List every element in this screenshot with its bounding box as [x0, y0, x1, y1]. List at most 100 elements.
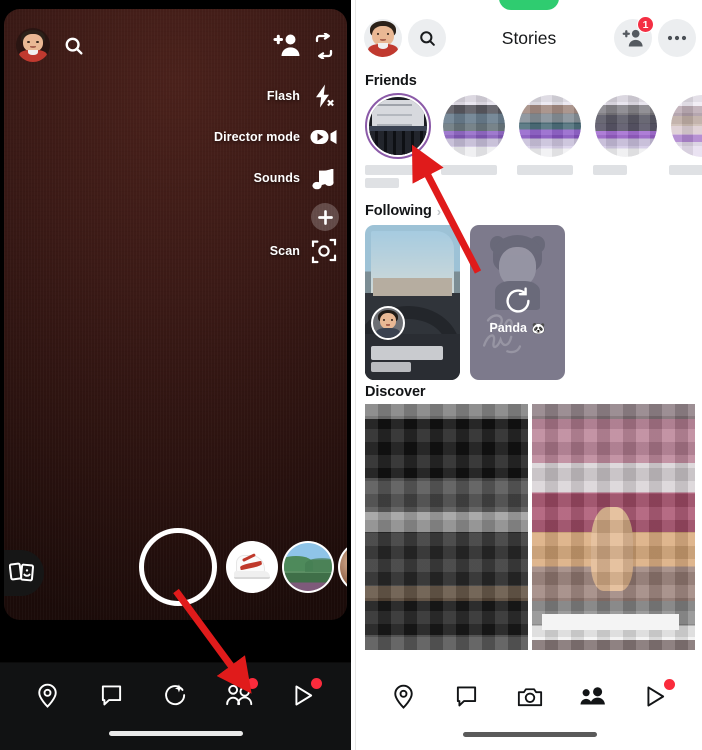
more-options-icon	[667, 35, 687, 41]
story-author-avatar	[371, 306, 405, 340]
friend-story-item-4[interactable]	[593, 93, 659, 189]
driving-story-card[interactable]	[365, 225, 460, 380]
following-section-title[interactable]: Following ›	[365, 203, 702, 219]
snapchat-camera-screen: Flash Director mode Sounds Scan	[0, 0, 351, 750]
nav-chat-button[interactable]	[446, 677, 488, 715]
friend-name-redacted-2	[365, 178, 399, 188]
nav-camera-button[interactable]	[154, 676, 196, 714]
chat-bubble-icon	[456, 686, 477, 707]
story-ring-unviewed[interactable]	[365, 93, 431, 159]
screenshot-stage: Flash Director mode Sounds Scan Stories …	[0, 0, 702, 750]
nav-map-button[interactable]	[383, 677, 425, 715]
flash-label: Flash	[266, 89, 300, 103]
flash-off-icon[interactable]	[309, 81, 339, 111]
nav-spotlight-button[interactable]	[282, 676, 324, 714]
director-mode-label: Director mode	[213, 130, 300, 144]
bitmoji-icon	[364, 19, 402, 57]
add-friend-icon[interactable]	[273, 32, 301, 58]
director-mode-row[interactable]: Director mode	[214, 122, 339, 152]
discover-section: Discover	[365, 384, 702, 650]
memories-button[interactable]	[4, 550, 44, 596]
lens-thumbnail-third[interactable]	[338, 541, 347, 593]
friend-story-item-2[interactable]	[441, 93, 507, 189]
friends-story-row[interactable]	[365, 93, 702, 189]
camera-viewport[interactable]: Flash Director mode Sounds Scan	[4, 9, 347, 620]
profile-bitmoji-avatar[interactable]	[16, 28, 50, 62]
sneaker-lens-icon	[228, 543, 276, 591]
discover-tile-1[interactable]	[365, 404, 528, 650]
play-triangle-icon	[647, 686, 665, 706]
flip-camera-icon[interactable]	[309, 31, 339, 61]
stories-header: Stories 1	[356, 16, 702, 62]
friends-title-text: Friends	[365, 73, 417, 89]
lens-thumbnail-sneaker[interactable]	[226, 541, 278, 593]
third-lens-icon	[340, 543, 347, 591]
story-thumbnail-blurred	[595, 95, 657, 157]
friend-story-item-3[interactable]	[517, 93, 583, 189]
friends-icon	[580, 687, 605, 705]
friend-name-redacted	[593, 165, 627, 175]
spotlight-badge-dot	[663, 679, 675, 690]
friend-story-item-1[interactable]	[365, 93, 431, 189]
friend-name-redacted	[365, 165, 421, 175]
director-mode-icon[interactable]	[309, 122, 339, 152]
add-lens-row[interactable]	[311, 203, 339, 231]
add-friend-button[interactable]: 1	[614, 16, 654, 57]
nav-map-button[interactable]	[27, 676, 69, 714]
profile-bitmoji-avatar[interactable]	[364, 19, 402, 57]
search-icon[interactable]	[62, 34, 86, 58]
friend-story-item-5[interactable]	[669, 93, 702, 189]
story-title-redacted	[371, 346, 443, 360]
map-pin-icon	[394, 684, 413, 709]
nav-camera-button[interactable]	[509, 677, 551, 715]
friends-section: Friends	[365, 73, 702, 188]
bitmoji-icon	[16, 28, 50, 62]
camera-lens-star-icon	[165, 683, 186, 705]
sounds-row[interactable]: Sounds	[254, 163, 339, 193]
more-options-button[interactable]	[658, 19, 696, 57]
discover-title-text: Discover	[365, 384, 426, 400]
friend-name-redacted	[517, 165, 573, 175]
replay-icon[interactable]	[504, 287, 532, 315]
story-thumbnail-blurred	[519, 95, 581, 157]
following-title-text: Following	[365, 203, 432, 219]
scenery-lens-icon	[284, 543, 332, 591]
lens-thumbnail-scenery[interactable]	[282, 541, 334, 593]
flip-camera-row[interactable]	[309, 31, 339, 61]
nav-spotlight-button[interactable]	[635, 677, 677, 715]
shutter-button[interactable]	[139, 528, 217, 606]
search-icon	[419, 30, 435, 46]
bitmoji-icon	[373, 308, 403, 338]
panda-emoji: 🐼	[531, 322, 546, 335]
story-thumbnail	[369, 97, 427, 155]
panda-story-card[interactable]: Panda 🐼	[470, 225, 565, 380]
following-section: Following › Panda 🐼	[365, 203, 702, 380]
panda-card-label: Panda	[489, 321, 527, 335]
music-note-icon[interactable]	[309, 163, 339, 193]
story-thumbnail-blurred	[443, 95, 505, 157]
play-triangle-icon	[295, 685, 312, 705]
chevron-right-icon[interactable]: ›	[437, 204, 441, 219]
friends-section-title: Friends	[365, 73, 702, 89]
discover-tile-2[interactable]	[532, 404, 695, 650]
camera-icon	[517, 687, 542, 706]
spotlight-badge-dot	[311, 678, 323, 689]
home-indicator	[462, 732, 597, 737]
nav-chat-button[interactable]	[91, 676, 133, 714]
nav-stories-button[interactable]	[572, 677, 614, 715]
scan-label: Scan	[269, 244, 300, 258]
scan-icon[interactable]	[309, 236, 339, 266]
sounds-label: Sounds	[253, 171, 300, 185]
home-indicator	[108, 731, 243, 736]
discover-tiles-row	[365, 404, 696, 650]
friend-name-redacted	[441, 165, 497, 175]
nav-stories-button[interactable]	[218, 676, 260, 714]
discover-section-title: Discover	[365, 384, 702, 400]
following-cards-row: Panda 🐼	[365, 225, 565, 380]
chat-bubble-icon	[102, 685, 122, 706]
search-button[interactable]	[408, 19, 446, 57]
plus-icon[interactable]	[311, 203, 339, 231]
flash-row[interactable]: Flash	[267, 81, 339, 111]
scan-row[interactable]: Scan	[270, 236, 339, 266]
camera-bottom-nav	[0, 662, 351, 750]
